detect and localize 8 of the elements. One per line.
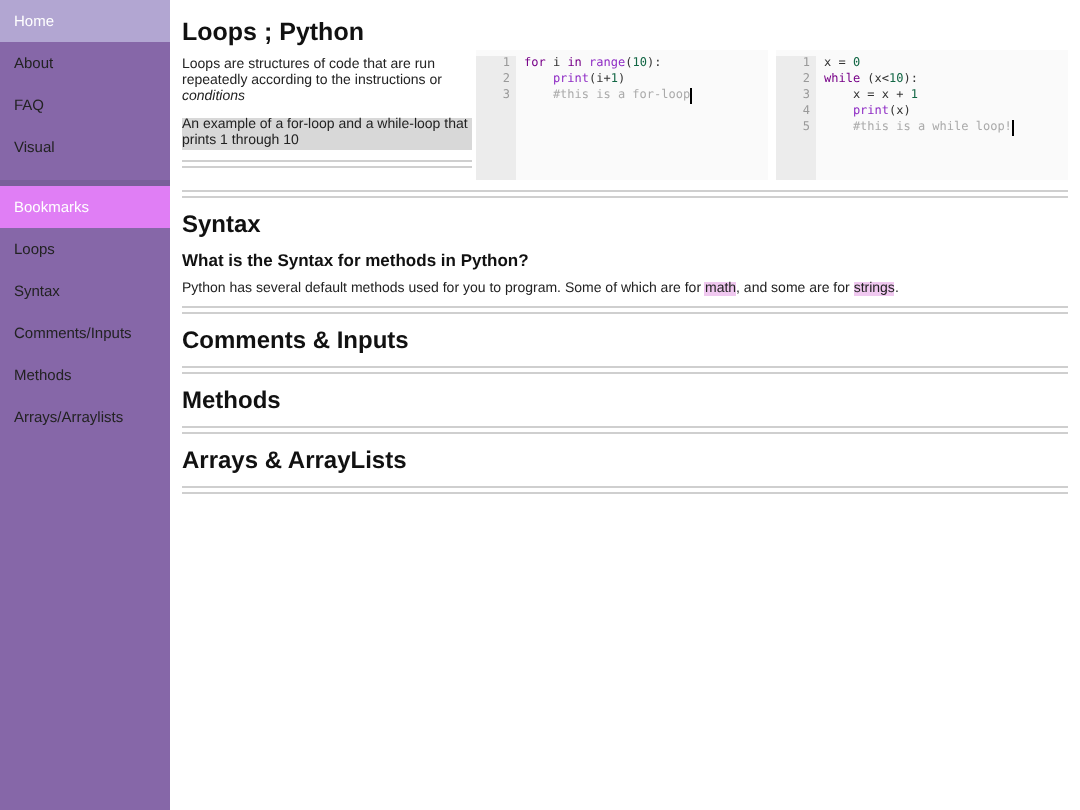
section-subheading: What is the Syntax for methods in Python? bbox=[182, 250, 531, 270]
section-heading: Comments & Inputs bbox=[182, 326, 411, 354]
section-heading: Arrays & ArrayLists bbox=[182, 446, 409, 474]
section-heading: Syntax bbox=[182, 210, 263, 238]
section-heading: Methods bbox=[182, 386, 283, 414]
page-title: Loops ; Python bbox=[182, 18, 366, 46]
text-cursor bbox=[690, 88, 693, 104]
text-cursor bbox=[1011, 120, 1014, 136]
